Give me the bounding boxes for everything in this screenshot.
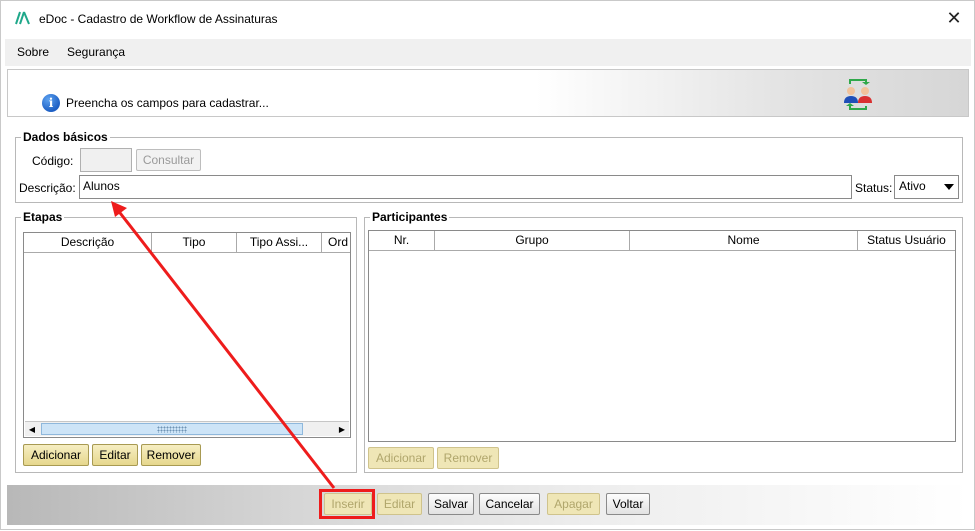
steps-add-button[interactable]: Adicionar	[23, 444, 89, 466]
scroll-thumb[interactable]	[41, 423, 303, 435]
steps-col-tipo[interactable]: Tipo	[152, 233, 237, 253]
basic-data-legend: Dados básicos	[21, 130, 110, 144]
participants-col-nr[interactable]: Nr.	[369, 231, 435, 251]
banner-message: Preencha os campos para cadastrar...	[66, 96, 269, 110]
steps-edit-button[interactable]: Editar	[92, 444, 138, 466]
participants-col-status-usuario[interactable]: Status Usuário	[858, 231, 955, 251]
status-label: Status:	[855, 181, 893, 195]
participants-col-nome[interactable]: Nome	[630, 231, 858, 251]
users-exchange-icon	[844, 79, 872, 110]
annotation-highlight-box	[319, 489, 375, 519]
save-button[interactable]: Salvar	[428, 493, 474, 515]
code-label: Código:	[32, 154, 74, 168]
edoc-logo-icon	[15, 11, 30, 25]
menu-item-sobre[interactable]: Sobre	[17, 45, 49, 59]
info-icon: i	[42, 94, 60, 112]
back-button[interactable]: Voltar	[606, 493, 650, 515]
app-window: eDoc - Cadastro de Workflow de Assinatur…	[0, 0, 975, 530]
code-field[interactable]	[80, 148, 132, 172]
status-select[interactable]: Ativo	[894, 175, 959, 199]
consult-button[interactable]: Consultar	[136, 149, 201, 171]
steps-remove-button[interactable]: Remover	[141, 444, 201, 466]
steps-horizontal-scrollbar[interactable]: ◀ ▶	[25, 421, 349, 436]
description-field[interactable]: Alunos	[79, 175, 852, 199]
steps-table[interactable]: Descrição Tipo Tipo Assi... Ord ◀ ▶	[23, 232, 351, 438]
description-label: Descrição:	[19, 181, 76, 195]
participants-add-button[interactable]: Adicionar	[368, 447, 434, 469]
status-value: Ativo	[899, 179, 926, 193]
scroll-right-icon[interactable]: ▶	[335, 423, 349, 436]
steps-col-descricao[interactable]: Descrição	[24, 233, 152, 253]
edit-button[interactable]: Editar	[377, 493, 422, 515]
menu-bar: Sobre Segurança	[5, 39, 971, 66]
steps-col-tipo-assinatura[interactable]: Tipo Assi...	[237, 233, 322, 253]
delete-button[interactable]: Apagar	[547, 493, 600, 515]
scroll-left-icon[interactable]: ◀	[25, 423, 39, 436]
participants-table[interactable]: Nr. Grupo Nome Status Usuário	[368, 230, 956, 442]
steps-legend: Etapas	[21, 210, 65, 224]
chevron-down-icon	[944, 184, 954, 190]
title-bar: eDoc - Cadastro de Workflow de Assinatur…	[1, 1, 974, 37]
participants-legend: Participantes	[370, 210, 450, 224]
steps-col-ordem[interactable]: Ord	[322, 233, 350, 253]
participants-table-header: Nr. Grupo Nome Status Usuário	[369, 231, 955, 251]
cancel-button[interactable]: Cancelar	[479, 493, 540, 515]
participants-remove-button[interactable]: Remover	[437, 447, 499, 469]
window-title: eDoc - Cadastro de Workflow de Assinatur…	[39, 12, 278, 26]
steps-table-header: Descrição Tipo Tipo Assi... Ord	[24, 233, 350, 253]
info-banner: i Preencha os campos para cadastrar...	[7, 69, 969, 117]
close-button[interactable]: ✕	[939, 4, 969, 32]
participants-col-grupo[interactable]: Grupo	[435, 231, 630, 251]
menu-item-seguranca[interactable]: Segurança	[67, 45, 125, 59]
